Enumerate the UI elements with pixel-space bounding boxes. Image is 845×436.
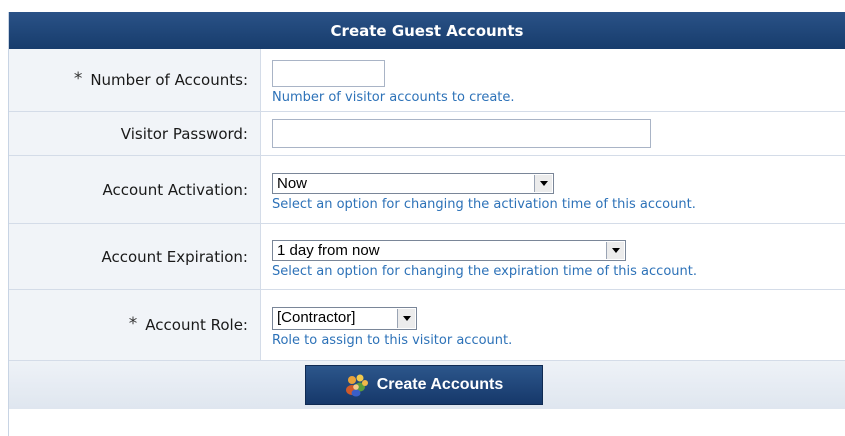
field-cell: Number of visitor accounts to create. (261, 49, 845, 111)
row-account-activation: Account Activation: Now Select an option… (9, 156, 845, 224)
account-activation-hint: Select an option for changing the activa… (272, 196, 696, 212)
required-marker: * (73, 69, 83, 89)
number-of-accounts-input[interactable] (272, 60, 385, 87)
field-cell: 1 day from now Select an option for chan… (261, 224, 845, 289)
label-cell: Account Activation: (9, 156, 261, 223)
number-of-accounts-label: Number of Accounts: (90, 71, 248, 89)
row-account-role: * Account Role: [Contractor] Role to ass… (9, 290, 845, 361)
account-expiration-hint: Select an option for changing the expira… (272, 263, 697, 279)
label-cell: * Number of Accounts: (9, 49, 261, 111)
chevron-down-icon[interactable] (534, 174, 552, 192)
account-role-hint: Role to assign to this visitor account. (272, 333, 513, 348)
field-cell: [Contractor] Role to assign to this visi… (261, 290, 845, 360)
label-cell: * Account Role: (9, 290, 261, 360)
field-cell: Now Select an option for changing the ac… (261, 156, 845, 223)
create-guest-accounts-panel: Create Guest Accounts * Number of Accoun… (8, 12, 845, 436)
chevron-down-icon[interactable] (397, 309, 415, 328)
users-group-icon (345, 373, 371, 397)
label-cell: Visitor Password: (9, 112, 261, 155)
account-activation-label: Account Activation: (102, 180, 248, 199)
row-account-expiration: Account Expiration: 1 day from now Selec… (9, 224, 845, 290)
account-expiration-label: Account Expiration: (101, 247, 248, 266)
create-accounts-button[interactable]: Create Accounts (305, 365, 543, 405)
account-role-label: Account Role: (145, 316, 248, 334)
visitor-password-input[interactable] (272, 119, 651, 148)
row-number-of-accounts: * Number of Accounts: Number of visitor … (9, 49, 845, 112)
row-visitor-password: Visitor Password: (9, 112, 845, 156)
chevron-down-icon[interactable] (606, 241, 624, 259)
account-role-value: [Contractor] (277, 309, 356, 326)
required-marker: * (128, 314, 138, 334)
form-title: Create Guest Accounts (9, 12, 845, 49)
account-expiration-value: 1 day from now (277, 241, 380, 259)
account-activation-select[interactable]: Now (272, 172, 554, 194)
create-accounts-label: Create Accounts (376, 376, 504, 393)
account-expiration-select[interactable]: 1 day from now (272, 239, 626, 261)
number-of-accounts-hint: Number of visitor accounts to create. (272, 90, 515, 105)
account-activation-value: Now (277, 174, 308, 192)
label-cell: Account Expiration: (9, 224, 261, 289)
visitor-password-label: Visitor Password: (120, 124, 248, 143)
account-role-select[interactable]: [Contractor] (272, 307, 417, 330)
form-footer: Create Accounts (9, 361, 845, 409)
field-cell (261, 112, 845, 155)
